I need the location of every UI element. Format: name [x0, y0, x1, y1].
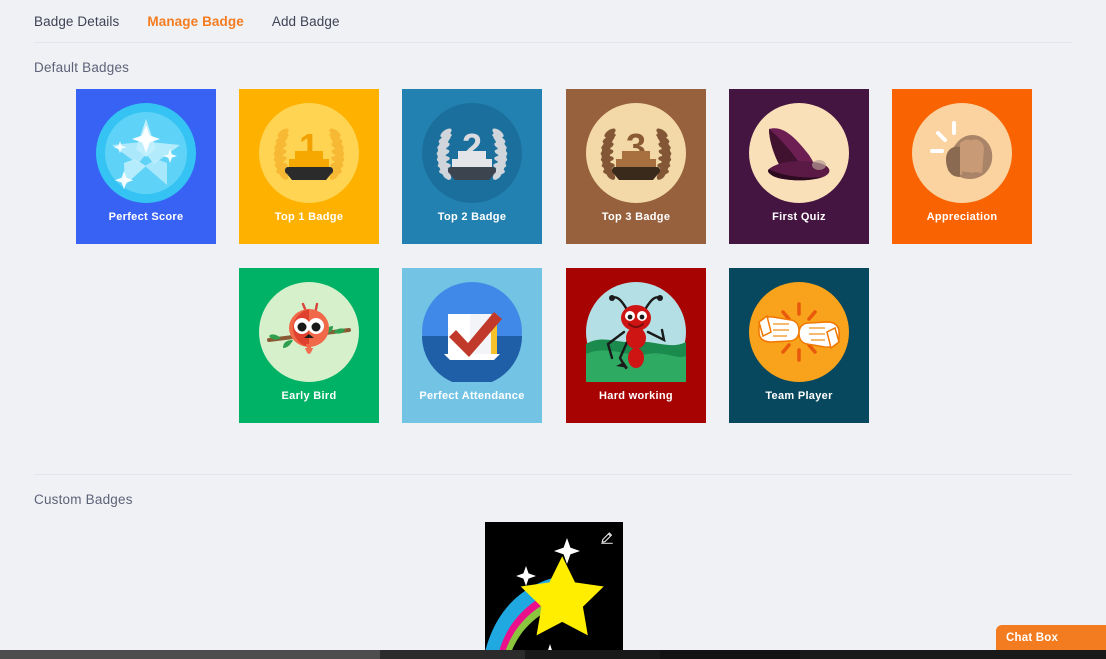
fist-bump-icon — [749, 282, 849, 382]
badge-label: Team Player — [765, 390, 833, 402]
horizontal-scrollbar-thumb[interactable] — [0, 650, 380, 659]
badge-label: Perfect Attendance — [419, 390, 525, 402]
badge-card[interactable]: First Quiz — [729, 89, 869, 244]
badge-label: Appreciation — [926, 211, 998, 223]
badge-card[interactable]: Early Bird — [239, 268, 379, 423]
badge-card[interactable]: Appreciation — [892, 89, 1032, 244]
top-2-laurel-podium-icon: 2 — [422, 103, 522, 203]
tab-manage-badge[interactable]: Manage Badge — [147, 14, 243, 29]
pencil-edit-icon[interactable] — [599, 530, 615, 546]
top-3-laurel-podium-icon: 3 — [586, 103, 686, 203]
tabs-divider — [34, 42, 1072, 43]
badge-card[interactable]: Perfect Attendance — [402, 268, 542, 423]
badge-card[interactable]: Perfect Score — [76, 89, 216, 244]
working-ant-icon — [586, 282, 686, 382]
badge-tabs: Badge Details Manage Badge Add Badge — [0, 0, 1106, 42]
checkmark-book-icon — [422, 282, 522, 386]
badge-card[interactable]: Hard working — [566, 268, 706, 423]
early-bird-icon — [259, 282, 359, 382]
wizard-hat-icon — [749, 103, 849, 203]
custom-badges-divider — [34, 474, 1072, 475]
horizontal-scrollbar[interactable] — [0, 650, 1106, 659]
custom-badge-card[interactable] — [485, 522, 623, 659]
badge-card[interactable]: 3 Top 3 Badge — [566, 89, 706, 244]
badge-label: Perfect Score — [108, 211, 184, 223]
perfect-score-star-icon — [96, 103, 196, 203]
badge-label: Top 1 Badge — [274, 211, 344, 223]
scrollbar-segment — [660, 650, 800, 659]
badge-card[interactable]: 1 Top 1 Badge — [239, 89, 379, 244]
badge-label: Top 3 Badge — [601, 211, 671, 223]
clapping-hands-icon — [912, 103, 1012, 203]
badge-label: Early Bird — [281, 390, 337, 402]
badge-manager-page: Badge Details Manage Badge Add Badge Def… — [0, 0, 1106, 659]
chat-box-tab[interactable]: Chat Box — [996, 625, 1106, 650]
custom-badges-title: Custom Badges — [34, 492, 133, 507]
badge-label: Hard working — [599, 390, 673, 402]
badge-card[interactable]: Team Player — [729, 268, 869, 423]
badge-label: Top 2 Badge — [437, 211, 507, 223]
badge-label: First Quiz — [772, 211, 826, 223]
tab-badge-details[interactable]: Badge Details — [34, 14, 119, 29]
scrollbar-segment — [380, 650, 525, 659]
top-1-laurel-podium-icon: 1 — [259, 103, 359, 203]
badge-card[interactable]: 2 Top 2 Badge — [402, 89, 542, 244]
default-badges-title: Default Badges — [34, 60, 130, 75]
chat-box-label: Chat Box — [1006, 631, 1059, 644]
tab-add-badge[interactable]: Add Badge — [272, 14, 340, 29]
